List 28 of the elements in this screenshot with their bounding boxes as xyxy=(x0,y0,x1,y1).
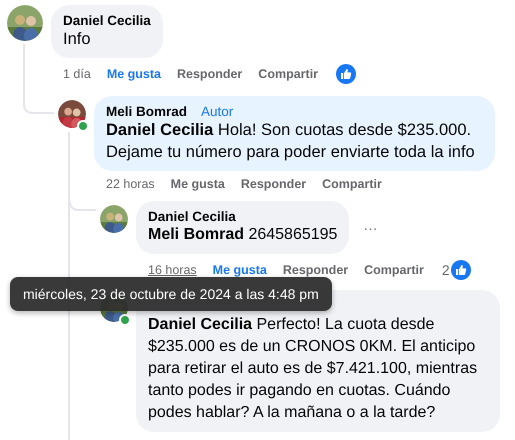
like-link[interactable]: Me gusta xyxy=(170,177,225,191)
share-link[interactable]: Compartir xyxy=(258,67,318,81)
share-link[interactable]: Compartir xyxy=(322,177,382,191)
share-link[interactable]: Compartir xyxy=(364,263,424,277)
comment-text: Daniel Cecilia Hola! Son cuotas desde $235.000. Dejame tu número para poder enviarte toda la info xyxy=(106,120,476,163)
author-name[interactable]: Daniel Cecilia xyxy=(148,209,236,224)
like-link[interactable]: Me gusta xyxy=(106,67,161,81)
author-label: Autor xyxy=(201,104,234,119)
timestamp-link[interactable]: 22 horas xyxy=(106,177,155,191)
author-name[interactable]: Daniel Cecilia xyxy=(63,13,151,28)
reply-link[interactable]: Responder xyxy=(282,263,348,277)
like-link[interactable]: Me gusta xyxy=(212,263,267,277)
comment-text: Meli Bomrad 2645865195 xyxy=(148,225,338,245)
avatar[interactable] xyxy=(100,205,128,233)
thumbs-up-icon[interactable] xyxy=(450,260,471,280)
thumbs-up-icon[interactable] xyxy=(336,64,356,84)
timestamp-link[interactable]: 1 día xyxy=(63,67,91,81)
reply-link[interactable]: Responder xyxy=(240,177,306,191)
avatar[interactable] xyxy=(7,5,43,41)
reaction-count[interactable]: 2 xyxy=(442,262,450,278)
reply-link[interactable]: Responder xyxy=(177,67,242,81)
date-tooltip: miércoles, 23 de octubre de 2024 a las 4:48 pm xyxy=(10,277,332,311)
more-button[interactable]: ··· xyxy=(363,220,378,236)
comment-text: Daniel Cecilia Perfecto! La cuota desde $235.000 es de un CRONOS 0KM. El anticipo para retirar el auto es de $7.421.100, mientras tanto podes ir pagando en cuotas. Cuándo podes hablar? A la mañana o a la tarde? xyxy=(148,315,478,423)
timestamp-link[interactable]: 16 horas xyxy=(148,263,197,277)
author-name[interactable]: Meli Bomrad xyxy=(106,104,188,119)
avatar[interactable] xyxy=(58,100,86,128)
comment-text: Info xyxy=(63,29,92,50)
